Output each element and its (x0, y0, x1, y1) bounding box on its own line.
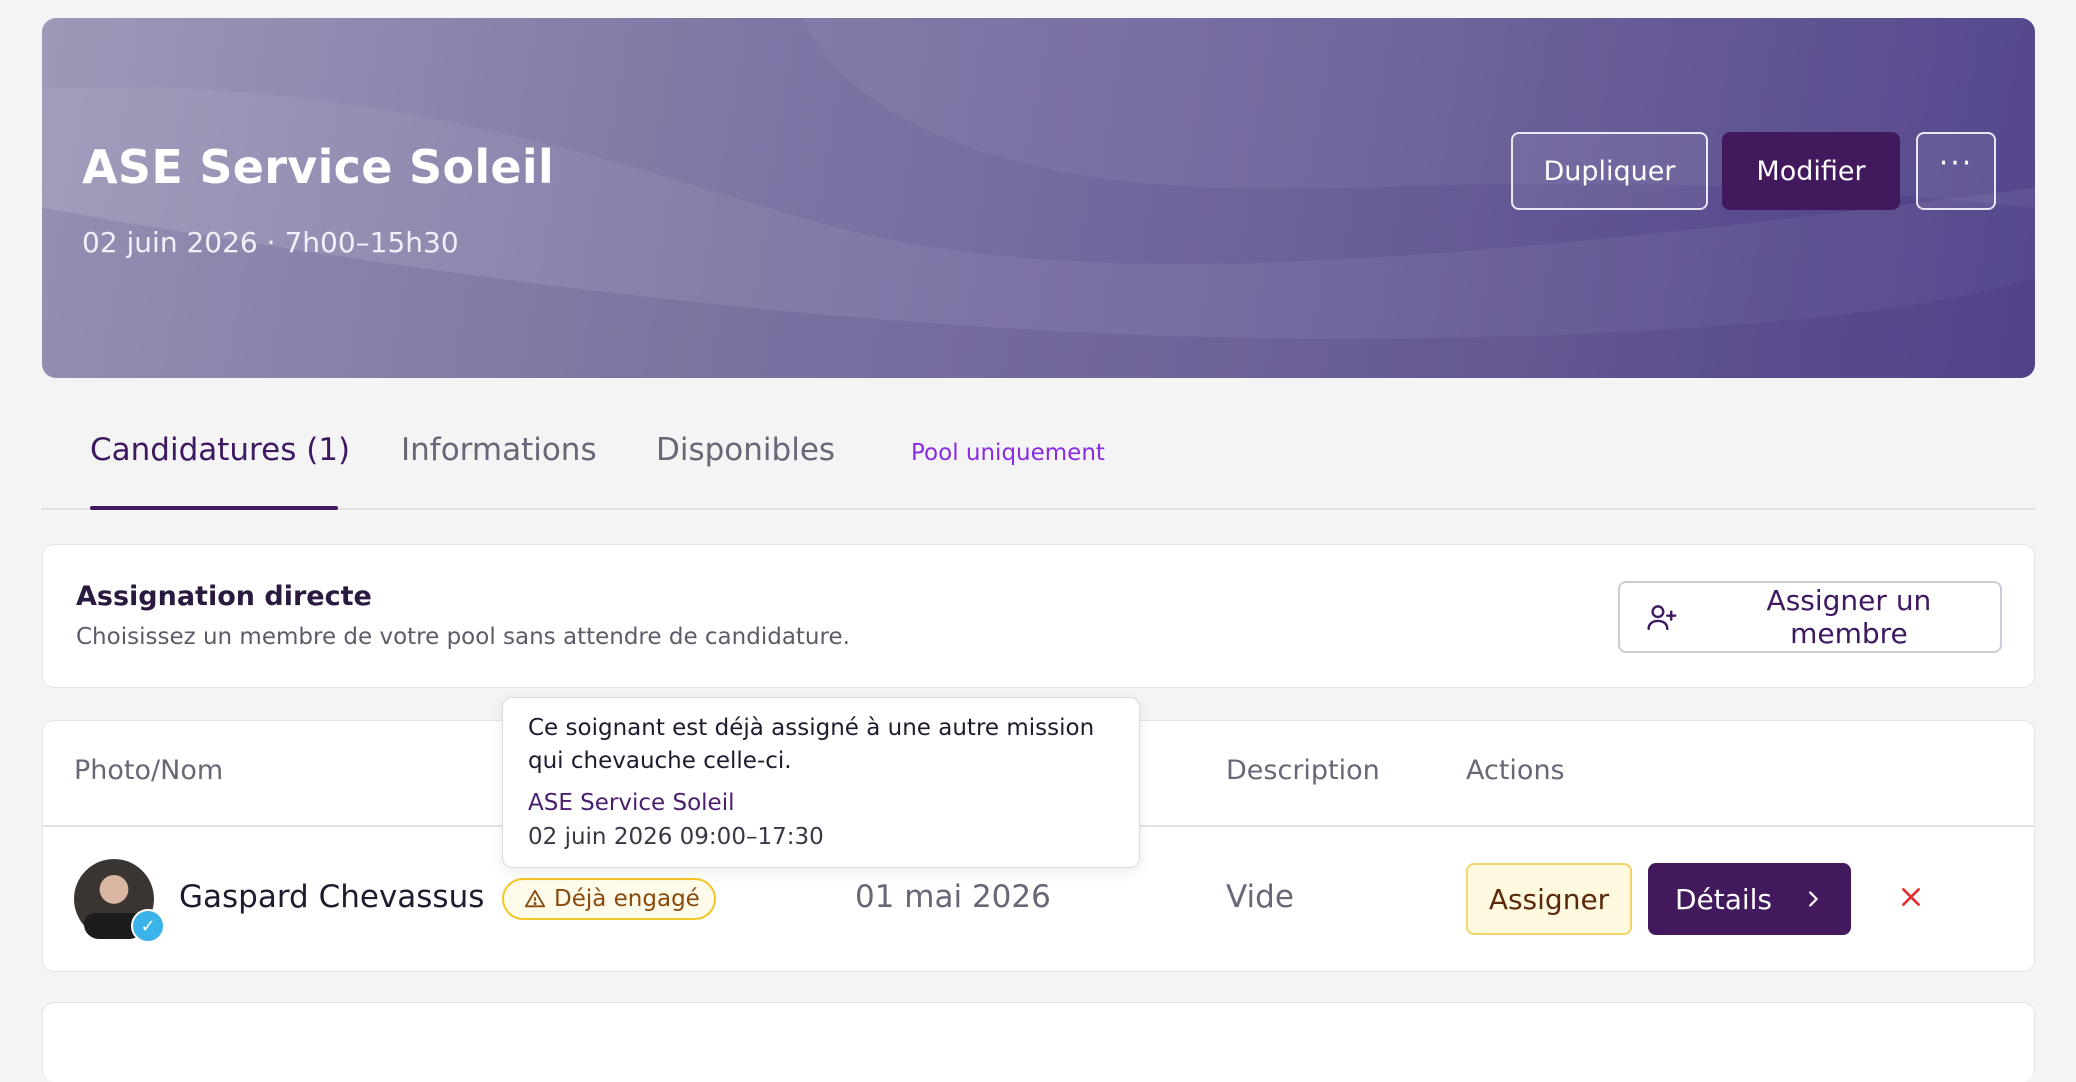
chevron-right-icon (1809, 891, 1818, 907)
assign-member-label: Assigner un membre (1766, 584, 1932, 650)
column-header-actions: Actions (1466, 755, 1565, 786)
assign-member-button[interactable]: Assigner un membre (1618, 581, 2002, 653)
column-header-description: Description (1226, 755, 1380, 786)
tabs-divider (42, 508, 2035, 510)
tab-candidatures[interactable]: Candidatures (1) (90, 432, 350, 468)
warning-triangle-icon (524, 889, 546, 908)
assign-button[interactable]: Assigner (1466, 863, 1632, 935)
close-icon (1902, 888, 1920, 906)
already-engaged-label: Déjà engagé (554, 886, 700, 912)
direct-assignment-title: Assignation directe (76, 581, 372, 612)
user-plus-icon (1647, 605, 1677, 631)
pool-only-filter[interactable]: Pool uniquement (911, 440, 1105, 466)
direct-assignment-description: Choisissez un membre de votre pool sans … (76, 624, 850, 650)
mission-title: ASE Service Soleil (82, 140, 555, 194)
active-tab-indicator (90, 506, 338, 510)
conflict-tooltip: Ce soignant est déjà assigné à une autre… (502, 697, 1140, 868)
mission-tabs: Candidatures (1) Informations Disponible… (42, 420, 2035, 510)
candidate-name[interactable]: Gaspard Chevassus (179, 879, 484, 915)
direct-assignment-card: Assignation directe Choisissez un membre… (42, 544, 2035, 688)
candidate-description: Vide (1226, 879, 1294, 915)
edit-button[interactable]: Modifier (1722, 132, 1900, 210)
mission-header-banner: ASE Service Soleil 02 juin 2026 · 7h00–1… (42, 18, 2035, 378)
reject-candidate-button[interactable] (1891, 877, 1931, 917)
next-section-card (42, 1002, 2035, 1082)
conflicting-mission-time: 02 juin 2026 09:00–17:30 (528, 824, 824, 850)
tab-informations[interactable]: Informations (401, 432, 597, 468)
more-options-button[interactable]: ··· (1916, 132, 1996, 210)
verified-check-icon: ✓ (131, 909, 165, 943)
conflicting-mission-name[interactable]: ASE Service Soleil (528, 790, 734, 816)
already-engaged-badge[interactable]: Déjà engagé (502, 878, 716, 920)
duplicate-button[interactable]: Dupliquer (1511, 132, 1708, 210)
more-horizontal-icon: ··· (1938, 146, 1974, 181)
details-label: Détails (1674, 882, 1773, 916)
application-date: 01 mai 2026 (855, 879, 1051, 915)
mission-date-time: 02 juin 2026 · 7h00–15h30 (82, 226, 459, 259)
details-button[interactable]: Détails (1648, 863, 1851, 935)
conflict-message: Ce soignant est déjà assigné à une autre… (528, 715, 1095, 774)
column-header-photo-name: Photo/Nom (74, 755, 224, 786)
tab-disponibles[interactable]: Disponibles (656, 432, 835, 468)
